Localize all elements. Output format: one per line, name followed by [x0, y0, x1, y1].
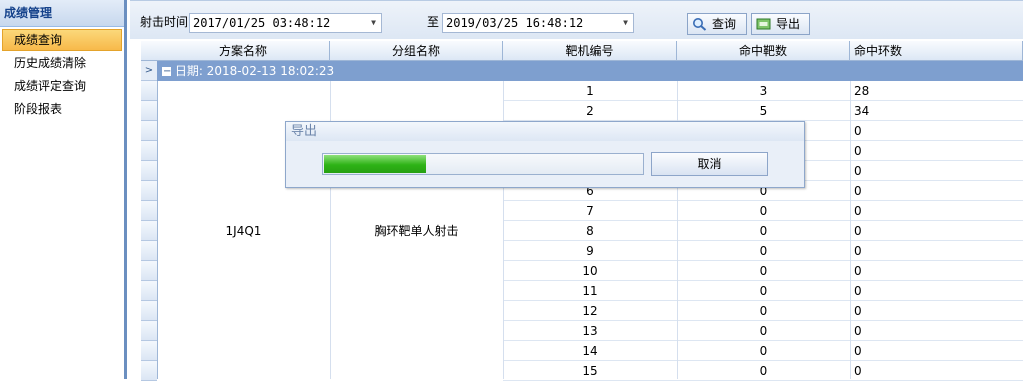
query-button[interactable]: 查询 — [687, 13, 747, 35]
target-number-cell: 11 — [503, 281, 677, 301]
hit-rings-cell: 0 — [850, 141, 1023, 161]
hit-rings-cell: 0 — [850, 201, 1023, 221]
target-number-cell: 9 — [503, 241, 677, 261]
hit-targets-cell: 0 — [677, 241, 850, 261]
shoot-time-label: 射击时间 — [140, 15, 189, 29]
group-date-label: 日期: 2018-02-13 18:02:23 — [174, 64, 335, 78]
end-datetime-value: 2019/03/25 16:48:12 — [446, 16, 584, 30]
target-number-cell: 15 — [503, 361, 677, 381]
export-icon — [756, 18, 771, 30]
hit-rings-cell: 0 — [850, 361, 1023, 381]
hit-rings-cell: 0 — [850, 181, 1023, 201]
hit-rings-cell: 0 — [850, 301, 1023, 321]
collapse-icon[interactable]: − — [162, 67, 171, 77]
to-label: 至 — [427, 15, 440, 29]
hit-rings-cell: 0 — [850, 281, 1023, 301]
target-number-cell: 8 — [503, 221, 677, 241]
export-progress-bar — [322, 153, 644, 175]
hit-targets-cell: 5 — [677, 101, 850, 121]
dialog-title: 导出 — [286, 122, 804, 141]
hit-rings-cell: 0 — [850, 321, 1023, 341]
sidebar-header: 成绩管理 — [0, 0, 124, 27]
hit-rings-cell: 28 — [850, 81, 1023, 101]
column-header-hit-targets[interactable]: 命中靶数 — [677, 41, 850, 61]
sidebar-item-evaluation-query[interactable]: 成绩评定查询 — [0, 75, 124, 98]
column-header-target-number[interactable]: 靶机编号 — [503, 41, 677, 61]
search-icon — [693, 18, 707, 31]
start-datetime-value: 2017/01/25 03:48:12 — [193, 16, 331, 30]
query-button-label: 查询 — [712, 17, 737, 31]
hit-rings-cell: 0 — [850, 341, 1023, 361]
export-button-label: 导出 — [776, 17, 801, 31]
hit-targets-cell: 0 — [677, 261, 850, 281]
target-number-cell: 12 — [503, 301, 677, 321]
hit-targets-cell: 0 — [677, 281, 850, 301]
hit-targets-cell: 0 — [677, 221, 850, 241]
hit-rings-cell: 0 — [850, 241, 1023, 261]
hit-rings-cell: 0 — [850, 121, 1023, 141]
hit-targets-cell: 0 — [677, 361, 850, 381]
export-dialog: 导出 取消 — [285, 121, 805, 188]
progress-fill — [324, 155, 426, 173]
hit-targets-cell: 0 — [677, 301, 850, 321]
sidebar: 成绩管理 成绩查询 历史成绩清除 成绩评定查询 阶段报表 — [0, 0, 127, 379]
target-number-cell: 10 — [503, 261, 677, 281]
sidebar-item-stage-report[interactable]: 阶段报表 — [0, 98, 124, 121]
target-number-cell: 1 — [503, 81, 677, 101]
toolbar: 射击时间 2017/01/25 03:48:12 ▼ 至 2019/03/25 … — [130, 0, 1023, 39]
hit-rings-cell: 34 — [850, 101, 1023, 121]
sidebar-item-score-query[interactable]: 成绩查询 — [2, 29, 122, 51]
column-header-group-name[interactable]: 分组名称 — [330, 41, 503, 61]
target-number-cell: 7 — [503, 201, 677, 221]
hit-targets-cell: 3 — [677, 81, 850, 101]
sidebar-item-history-clear[interactable]: 历史成绩清除 — [0, 52, 124, 75]
export-button[interactable]: 导出 — [751, 13, 810, 35]
hit-targets-cell: 0 — [677, 201, 850, 221]
column-header-hit-rings[interactable]: 命中环数 — [850, 41, 1023, 61]
group-row[interactable]: − 日期: 2018-02-13 18:02:23 — [157, 61, 1023, 81]
grid-line — [850, 81, 851, 379]
group-name-cell: 胸环靶单人射击 — [374, 224, 459, 238]
target-number-cell: 13 — [503, 321, 677, 341]
scheme-name-cell: 1J4Q1 — [225, 224, 262, 238]
hit-targets-cell: 0 — [677, 341, 850, 361]
target-number-cell: 2 — [503, 101, 677, 121]
chevron-down-icon[interactable]: ▼ — [371, 14, 376, 32]
hit-rings-cell: 0 — [850, 221, 1023, 241]
hit-rings-cell: 0 — [850, 161, 1023, 181]
hit-targets-cell: 0 — [677, 321, 850, 341]
column-header-scheme-name[interactable]: 方案名称 — [157, 41, 330, 61]
hit-rings-cell: 0 — [850, 261, 1023, 281]
start-datetime-picker[interactable]: 2017/01/25 03:48:12 ▼ — [189, 13, 382, 33]
end-datetime-picker[interactable]: 2019/03/25 16:48:12 ▼ — [442, 13, 634, 33]
target-number-cell: 14 — [503, 341, 677, 361]
chevron-down-icon[interactable]: ▼ — [623, 14, 628, 32]
cancel-button[interactable]: 取消 — [651, 152, 768, 176]
